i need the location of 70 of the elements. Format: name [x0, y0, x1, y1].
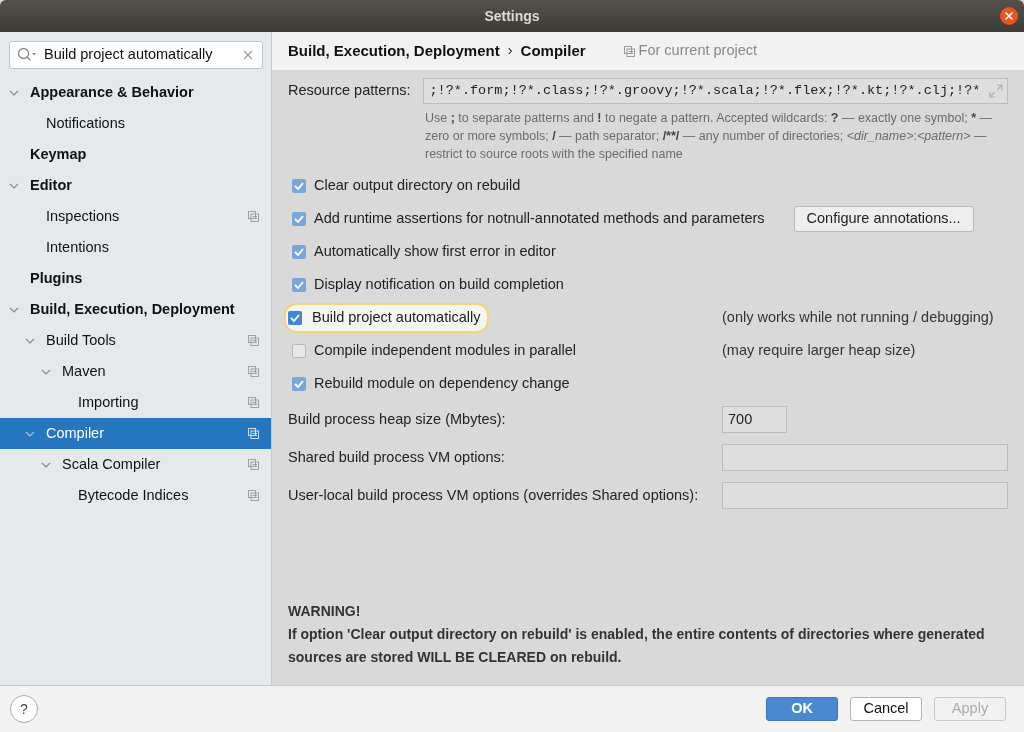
checkmark-icon: [294, 280, 304, 289]
checkbox[interactable]: Automatically show first error in editor: [288, 237, 565, 267]
checkbox[interactable]: Add runtime assertions for notnull-annotated methods and parameters: [288, 204, 774, 234]
field-label: Shared build process VM options:: [288, 447, 505, 467]
window-title: Settings: [484, 6, 540, 26]
tree-item[interactable]: Inspections: [0, 201, 271, 232]
checkmark-icon: [294, 181, 304, 190]
chevron-down-icon[interactable]: [9, 89, 19, 96]
project-scope-icon: [248, 366, 259, 377]
note-text: (only works while not running / debugging): [722, 308, 994, 327]
breadcrumb-item[interactable]: Build, Execution, Deployment: [288, 39, 500, 63]
field-label: Resource patterns:: [288, 81, 411, 101]
project-scope-icon: [623, 45, 635, 57]
breadcrumb-separator: ›: [507, 41, 513, 61]
help-text: Use ; to separate patterns and ! to negate a pattern. Accepted wildcards: ? — exactly one symbol; * — zero or more symbols; / — path separator; /**/ — any number of directories; <dir_name>:<pattern> — restrict to source roots with the specified name: [425, 110, 994, 164]
configure-button[interactable]: Configure annotations...: [793, 206, 974, 232]
help-button[interactable]: ?: [10, 695, 38, 723]
chevron-down-icon[interactable]: [9, 306, 19, 313]
field-label: User-local build process VM options (overrides Shared options):: [288, 485, 699, 505]
checkmark-icon: [290, 313, 300, 322]
scope-label: For current project: [638, 41, 758, 61]
close-icon: [1004, 11, 1014, 21]
tree-item[interactable]: Build, Execution, Deployment: [0, 294, 271, 325]
project-scope-icon: [248, 335, 259, 346]
input-field[interactable]: 700: [722, 405, 787, 433]
project-scope-icon: [248, 490, 259, 501]
project-scope-icon: [248, 397, 259, 408]
chevron-down-icon[interactable]: [9, 182, 19, 189]
breadcrumb-item[interactable]: Compiler: [520, 39, 586, 63]
tree-item[interactable]: Notifications: [0, 108, 271, 139]
tree-item[interactable]: Importing: [0, 387, 271, 418]
checkbox[interactable]: Build project automatically: [284, 303, 490, 333]
chevron-down-icon[interactable]: [41, 461, 51, 468]
checkbox[interactable]: Display notification on build completion: [288, 270, 573, 300]
tree-item[interactable]: Compiler: [0, 418, 271, 449]
tree-item[interactable]: Keymap: [0, 139, 271, 170]
tree-item[interactable]: Editor: [0, 170, 271, 201]
checkbox[interactable]: Rebuild module on dependency change: [288, 369, 579, 399]
checkmark-icon: [294, 379, 304, 388]
tree-item[interactable]: Bytecode Indices: [0, 480, 271, 511]
checkmark-icon: [294, 247, 304, 256]
tree-item[interactable]: Build Tools: [0, 325, 271, 356]
project-scope-icon: [248, 428, 259, 439]
warning-text: If option 'Clear output directory on rebuild' is enabled, the entire contents of directories where generated sources are stored WILL BE CLEARED on rebuild.: [288, 624, 986, 667]
project-scope-icon: [248, 211, 259, 222]
warning-title: WARNING!: [288, 601, 362, 621]
tree-item[interactable]: Scala Compiler: [0, 449, 271, 480]
clear-icon[interactable]: [243, 50, 253, 60]
tree-item[interactable]: Intentions: [0, 232, 271, 263]
chevron-down-icon[interactable]: [41, 368, 51, 375]
dialog-button[interactable]: Cancel: [850, 697, 922, 721]
input-field[interactable]: [722, 481, 1008, 509]
chevron-down-icon[interactable]: [25, 430, 35, 437]
tree-item[interactable]: Maven: [0, 356, 271, 387]
field-label: Build process heap size (Mbytes):: [288, 409, 506, 429]
checkmark-icon: [294, 214, 304, 223]
resource-patterns-field[interactable]: ;!?*.form;!?*.class;!?*.groovy;!?*.scala;!?*.flex;!?*.kt;!?*.clj;!?*: [422, 78, 1008, 104]
tree-item[interactable]: Plugins: [0, 263, 271, 294]
checkbox[interactable]: Clear output directory on rebuild: [288, 171, 530, 201]
search-field[interactable]: Build project automatically: [9, 41, 263, 69]
search-icon: [17, 47, 37, 63]
input-field[interactable]: [722, 443, 1008, 471]
close-button[interactable]: [1000, 7, 1018, 25]
note-text: (may require larger heap size): [722, 341, 916, 360]
project-scope-icon: [248, 459, 259, 470]
expand-icon[interactable]: [989, 84, 1003, 98]
dialog-button[interactable]: OK: [766, 697, 838, 721]
checkbox[interactable]: Compile independent modules in parallel: [288, 336, 585, 366]
chevron-down-icon[interactable]: [25, 337, 35, 344]
tree-item[interactable]: Appearance & Behavior: [0, 77, 271, 108]
